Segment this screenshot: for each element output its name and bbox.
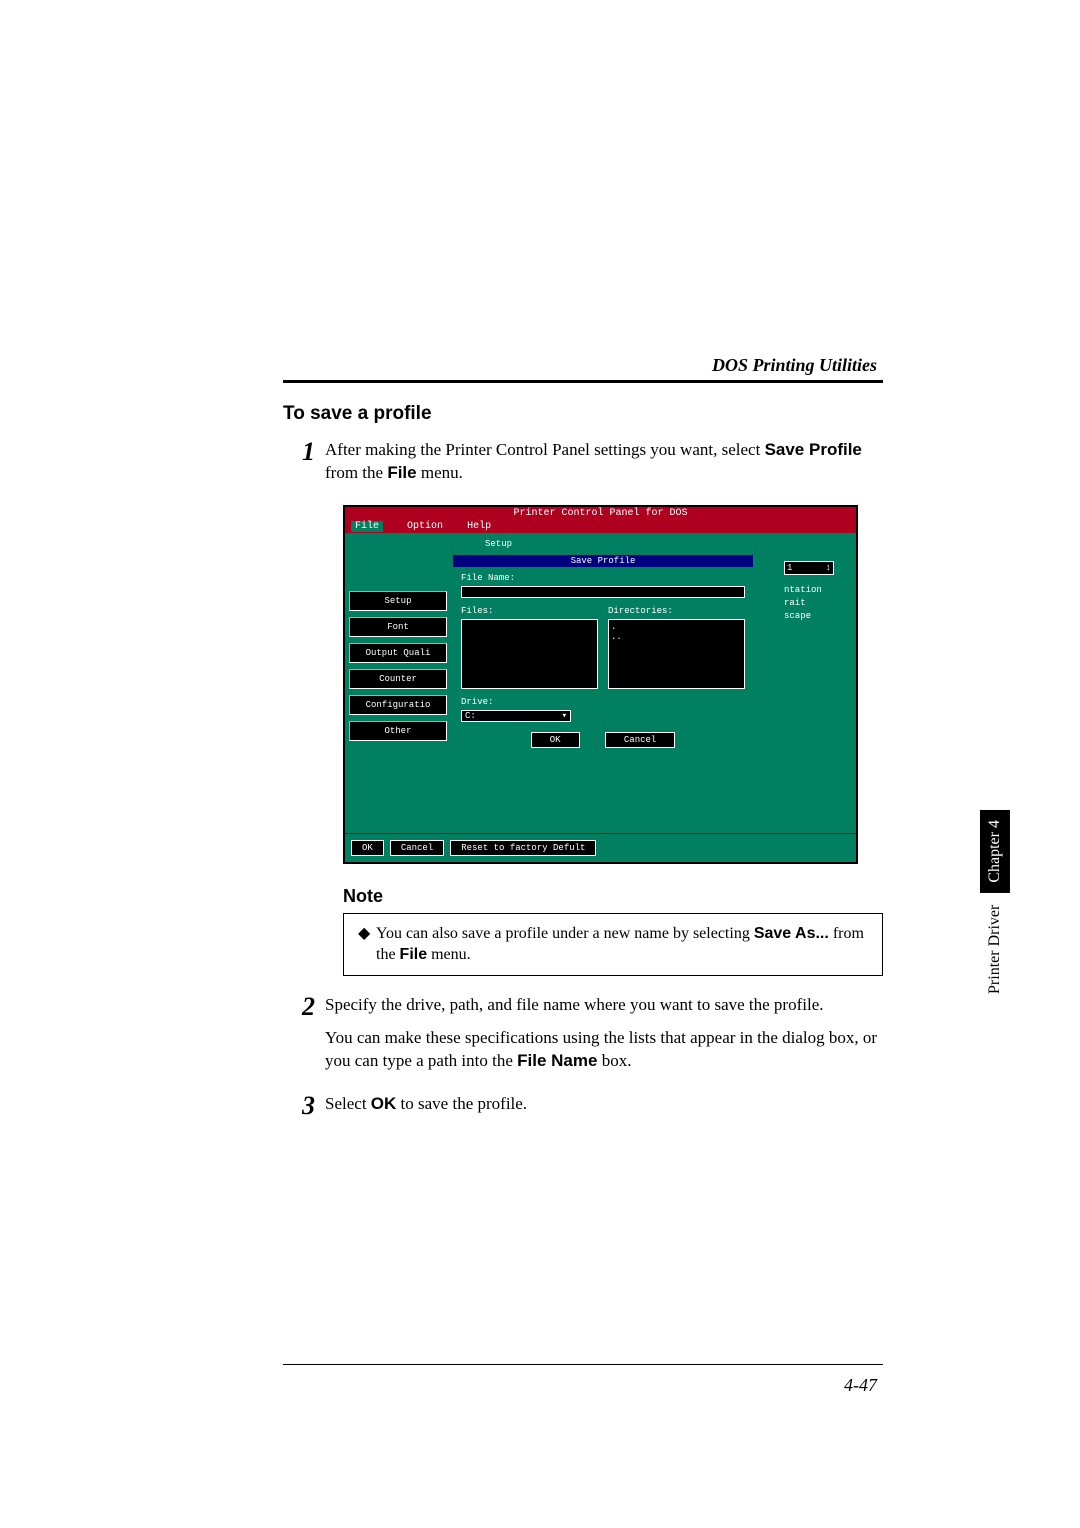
sidebar-counter[interactable]: Counter bbox=[349, 669, 447, 689]
side-tab: Printer Driver Chapter 4 bbox=[980, 810, 1010, 1002]
menu-option[interactable]: Option bbox=[407, 521, 443, 532]
section-title: DOS Printing Utilities bbox=[283, 355, 883, 376]
diamond-bullet-icon: ◆ bbox=[358, 924, 376, 966]
text: menu. bbox=[417, 463, 463, 482]
dir-item[interactable]: . bbox=[611, 622, 742, 632]
sidebar-font[interactable]: Font bbox=[349, 617, 447, 637]
label-file: File bbox=[400, 946, 428, 963]
footer-reset-button[interactable]: Reset to factory Defult bbox=[450, 840, 596, 856]
subsection-title: To save a profile bbox=[283, 403, 883, 425]
directories-listbox[interactable]: . .. bbox=[608, 619, 745, 689]
text: box. bbox=[597, 1051, 631, 1070]
side-tab-label: Printer Driver bbox=[982, 897, 1008, 1002]
menu-help[interactable]: Help bbox=[467, 521, 491, 532]
label-ok: OK bbox=[371, 1094, 397, 1113]
ok-button[interactable]: OK bbox=[531, 732, 580, 748]
step-3: 3 Select OK to save the profile. bbox=[283, 1093, 883, 1126]
drive-select[interactable]: C: ▾ bbox=[461, 710, 571, 722]
label-file-name: File Name bbox=[517, 1051, 597, 1070]
page-number: 4-47 bbox=[283, 1375, 883, 1396]
label-save-profile: Save Profile bbox=[765, 440, 862, 459]
step-body: Select OK to save the profile. bbox=[325, 1093, 883, 1126]
label-drive: Drive: bbox=[461, 697, 745, 707]
step-number: 2 bbox=[283, 994, 325, 1083]
step-number: 1 bbox=[283, 439, 325, 495]
dos-menubar: File Option Help bbox=[345, 520, 856, 533]
dos-body: Setup Setup Font Output Quali Counter Co… bbox=[345, 533, 856, 833]
header-rule bbox=[283, 380, 883, 383]
step-text: Specify the drive, path, and file name w… bbox=[325, 994, 883, 1017]
text: from the bbox=[325, 463, 387, 482]
orientation-label-frag: ntation bbox=[784, 585, 848, 595]
footer-ok-button[interactable]: OK bbox=[351, 840, 384, 856]
label-file-name: File Name: bbox=[461, 573, 745, 583]
note-title: Note bbox=[343, 886, 883, 907]
label-save-as: Save As... bbox=[754, 925, 829, 942]
text: to save the profile. bbox=[396, 1094, 527, 1113]
drive-value: C: bbox=[465, 711, 476, 721]
text: After making the Printer Control Panel s… bbox=[325, 440, 765, 459]
orientation-landscape-frag: scape bbox=[784, 611, 848, 621]
dos-titlebar: Printer Control Panel for DOS bbox=[345, 507, 856, 520]
step-2: 2 Specify the drive, path, and file name… bbox=[283, 994, 883, 1083]
footer-rule bbox=[283, 1364, 883, 1365]
file-name-input[interactable] bbox=[461, 586, 745, 598]
dos-footer: OK Cancel Reset to factory Defult bbox=[345, 833, 856, 862]
spinner-value: 1 bbox=[787, 563, 792, 573]
note-text: You can also save a profile under a new … bbox=[376, 925, 754, 942]
save-profile-title: Save Profile bbox=[453, 555, 753, 567]
label-directories: Directories: bbox=[608, 606, 745, 616]
note-text: menu. bbox=[427, 946, 471, 963]
footer: 4-47 bbox=[283, 1364, 883, 1396]
right-panel: 1 ↕ ntation rait scape bbox=[784, 561, 848, 624]
step-number: 3 bbox=[283, 1093, 325, 1126]
label-files: Files: bbox=[461, 606, 598, 616]
step-body: After making the Printer Control Panel s… bbox=[325, 439, 883, 495]
dir-item[interactable]: .. bbox=[611, 632, 742, 642]
sidebar-configuration[interactable]: Configuratio bbox=[349, 695, 447, 715]
note-box: ◆ You can also save a profile under a ne… bbox=[343, 913, 883, 977]
files-listbox[interactable] bbox=[461, 619, 598, 689]
orientation-portrait-frag: rait bbox=[784, 598, 848, 608]
spinner-up-down-icon: ↕ bbox=[826, 563, 831, 573]
copies-spinner[interactable]: 1 ↕ bbox=[784, 561, 834, 575]
dos-window: Printer Control Panel for DOS File Optio… bbox=[343, 505, 858, 864]
sidebar-setup[interactable]: Setup bbox=[349, 591, 447, 611]
sidebar-output-quality[interactable]: Output Quali bbox=[349, 643, 447, 663]
cancel-button[interactable]: Cancel bbox=[605, 732, 675, 748]
chevron-down-icon: ▾ bbox=[562, 711, 567, 721]
sidebar-other[interactable]: Other bbox=[349, 721, 447, 741]
step-1: 1 After making the Printer Control Panel… bbox=[283, 439, 883, 495]
setup-frame-label: Setup bbox=[485, 539, 512, 549]
footer-cancel-button[interactable]: Cancel bbox=[390, 840, 444, 856]
step-body: Specify the drive, path, and file name w… bbox=[325, 994, 883, 1083]
text: Select bbox=[325, 1094, 371, 1113]
menu-file[interactable]: File bbox=[351, 521, 383, 532]
label-file: File bbox=[387, 463, 416, 482]
save-profile-panel: Save Profile File Name: Files: Directori… bbox=[453, 555, 753, 754]
dos-sidebar: Setup Font Output Quali Counter Configur… bbox=[345, 533, 451, 833]
side-tab-chapter: Chapter 4 bbox=[980, 810, 1010, 893]
